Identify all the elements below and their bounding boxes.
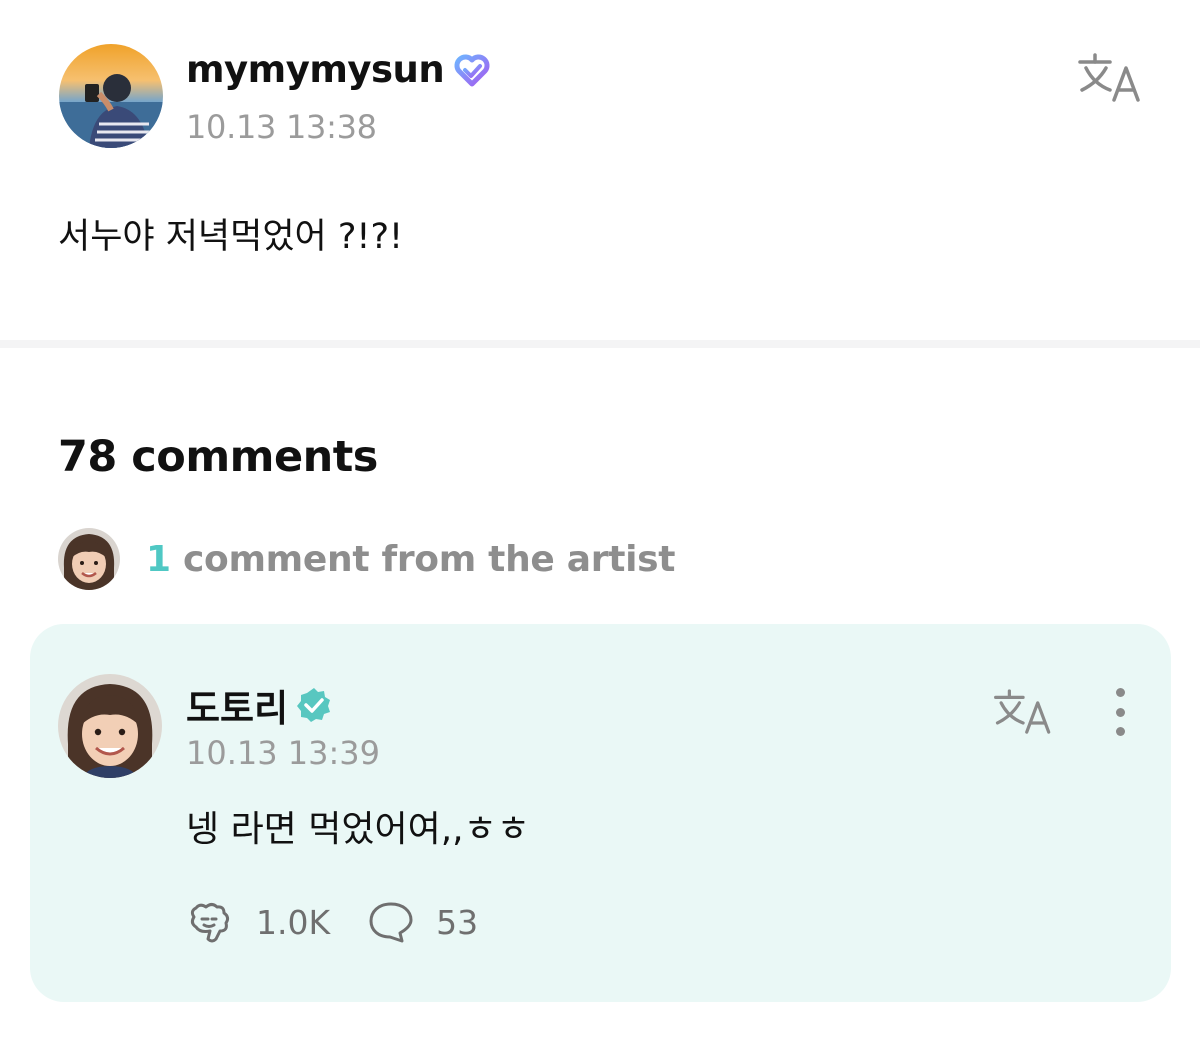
artist-comment-body: 넹 라면 먹었어여,,ㅎㅎ (186, 809, 530, 850)
more-dot (1115, 707, 1125, 717)
artist-comment-stats: 1.0K 53 (186, 898, 514, 946)
section-divider (0, 340, 1200, 348)
like-count: 1.0K (256, 902, 331, 942)
like-button[interactable]: 1.0K (186, 899, 330, 945)
artist-name[interactable]: 도토리 (186, 678, 334, 732)
translate-icon[interactable] (992, 686, 1056, 738)
heart-verified-icon (452, 50, 492, 90)
translate-icon[interactable] (1076, 50, 1146, 106)
more-dot (1115, 688, 1125, 697)
comments-count-heading: 78 comments (58, 432, 378, 482)
post-timestamp: 10.13 13:38 (186, 108, 377, 146)
verified-check-icon (294, 685, 334, 725)
artist-mini-avatar (58, 528, 120, 590)
author-avatar[interactable] (59, 44, 163, 148)
post-page: mymymysun 10.13 13:38 서누야 저녁먹었어 ?!?! 78 … (0, 0, 1200, 1042)
like-icon (190, 903, 230, 943)
artist-name-text: 도토리 (186, 687, 289, 730)
reply-count: 53 (436, 902, 479, 942)
artist-avatar[interactable] (58, 674, 162, 778)
post-body: 서누야 저녁먹었어 ?!?! (58, 217, 404, 257)
more-vertical-icon[interactable] (1108, 688, 1132, 736)
artist-comment-label: comment from the artist (170, 538, 676, 580)
artist-comments-summary-text: 1 comment from the artist (146, 539, 675, 580)
author-username-text: mymymysun (186, 48, 445, 91)
artist-comments-summary[interactable]: 1 comment from the artist (58, 528, 675, 590)
artist-comment-card[interactable]: 도토리 10.13 13:39 넹 라면 먹었어여,,ㅎㅎ 1.0K 53 (30, 624, 1171, 1002)
reply-button[interactable]: 53 (366, 899, 478, 945)
more-dot (1115, 727, 1125, 736)
artist-comment-count: 1 (146, 538, 171, 580)
speech-bubble-icon (369, 902, 413, 943)
artist-comment-timestamp: 10.13 13:39 (186, 734, 380, 772)
author-username[interactable]: mymymysun (186, 48, 492, 91)
